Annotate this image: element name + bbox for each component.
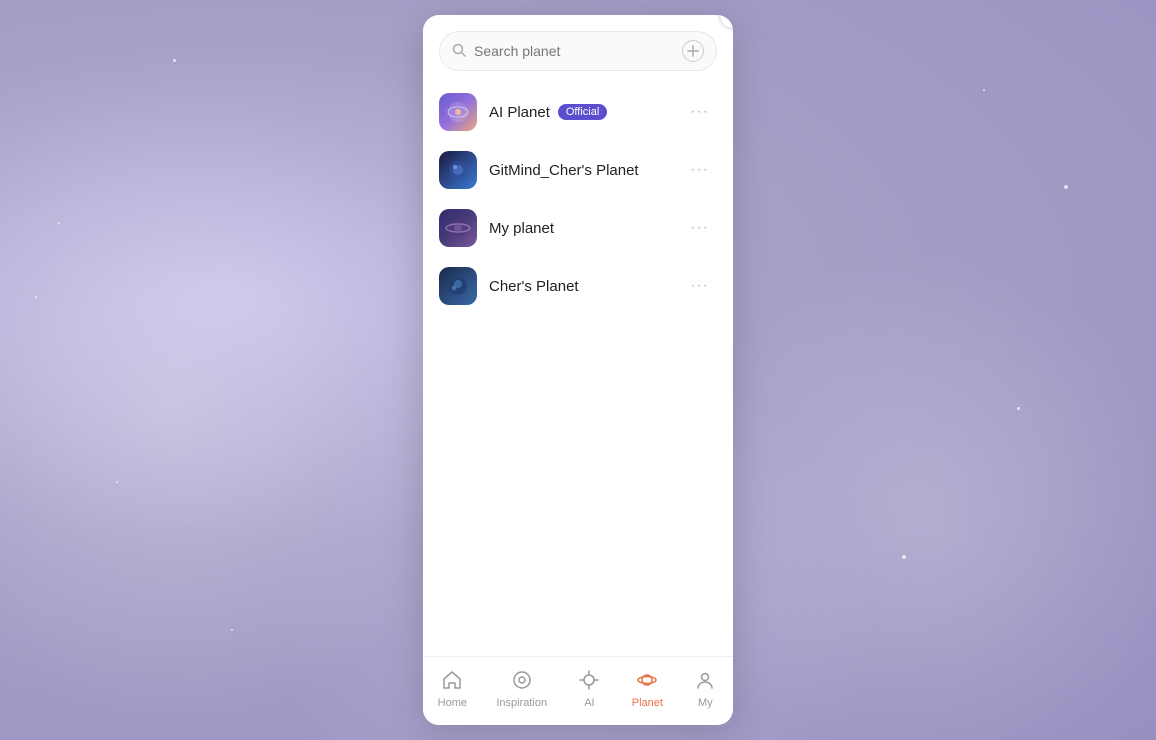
planet-avatar-my: [439, 209, 477, 247]
star: [1017, 407, 1020, 410]
star: [983, 89, 985, 91]
planet-list: AI Planet Official ···: [423, 83, 733, 315]
planet-item-my[interactable]: My planet ···: [423, 199, 733, 257]
star: [173, 59, 176, 62]
planet-avatar-chers: [439, 267, 477, 305]
star: [231, 629, 233, 631]
nav-ai-label: AI: [584, 697, 594, 709]
official-badge: Official: [558, 104, 607, 120]
nav-inspiration[interactable]: Inspiration: [484, 665, 559, 713]
planet-name-ai: AI Planet: [489, 104, 550, 121]
star: [35, 296, 37, 298]
more-menu-ai[interactable]: ···: [682, 99, 717, 125]
modal-container: ×: [423, 15, 733, 725]
my-icon: [694, 669, 716, 695]
planet-item-gitmind[interactable]: GitMind_Cher's Planet ···: [423, 141, 733, 199]
nav-home-label: Home: [438, 697, 467, 709]
inspiration-icon: [511, 669, 533, 695]
planet-name-chers: Cher's Planet: [489, 278, 579, 295]
planet-modal: ×: [423, 15, 733, 725]
planet-info-gitmind: GitMind_Cher's Planet: [489, 162, 670, 179]
home-icon: [441, 669, 463, 695]
star: [902, 555, 906, 559]
bottom-nav: Home Inspiration AI: [423, 656, 733, 725]
planet-avatar-gitmind: [439, 151, 477, 189]
star: [116, 481, 118, 483]
planet-item-chers[interactable]: Cher's Planet ···: [423, 257, 733, 315]
planet-info-my: My planet: [489, 220, 670, 237]
star: [58, 222, 60, 224]
nav-home[interactable]: Home: [426, 665, 479, 713]
ai-icon: [578, 669, 600, 695]
search-bar: [439, 31, 717, 71]
nav-my[interactable]: My: [680, 665, 730, 713]
more-menu-my[interactable]: ···: [682, 215, 717, 241]
nav-inspiration-label: Inspiration: [496, 697, 547, 709]
planet-name-my: My planet: [489, 220, 554, 237]
planet-icon: [636, 669, 658, 695]
planet-info-ai: AI Planet Official: [489, 104, 670, 121]
nav-planet-label: Planet: [632, 697, 663, 709]
add-planet-button[interactable]: [682, 40, 704, 62]
modal-content: AI Planet Official ···: [423, 15, 733, 656]
nav-planet[interactable]: Planet: [620, 665, 675, 713]
search-input[interactable]: [474, 43, 674, 59]
planet-avatar-ai: [439, 93, 477, 131]
planet-item-ai[interactable]: AI Planet Official ···: [423, 83, 733, 141]
nav-ai[interactable]: AI: [564, 665, 614, 713]
planet-name-gitmind: GitMind_Cher's Planet: [489, 162, 639, 179]
search-icon: [452, 43, 466, 60]
nav-my-label: My: [698, 697, 713, 709]
star: [1064, 185, 1068, 189]
planet-info-chers: Cher's Planet: [489, 278, 670, 295]
more-menu-chers[interactable]: ···: [682, 273, 717, 299]
more-menu-gitmind[interactable]: ···: [682, 157, 717, 183]
